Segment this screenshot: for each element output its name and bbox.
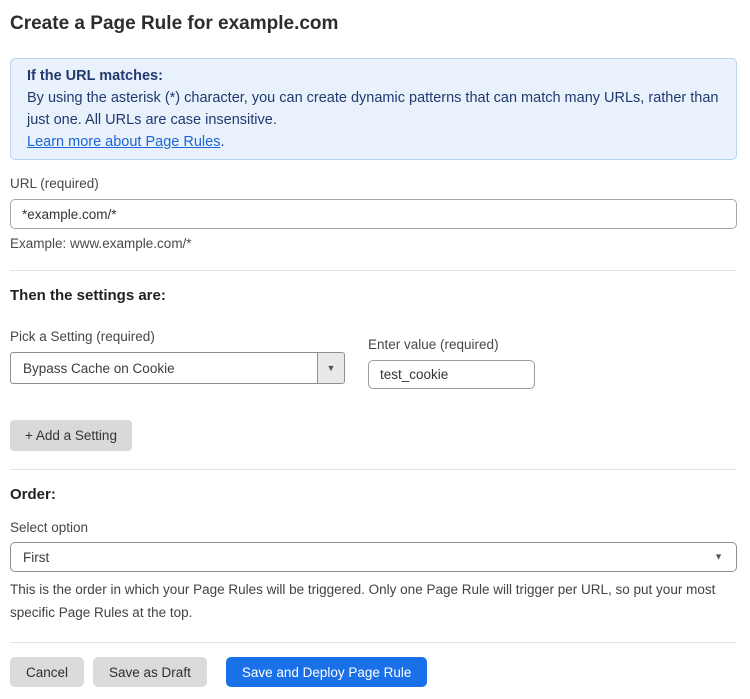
order-select-label: Select option (10, 520, 737, 536)
order-helper-text: This is the order in which your Page Rul… (10, 578, 734, 624)
create-page-rule-form: Create a Page Rule for example.com If th… (0, 13, 750, 699)
page-title: Create a Page Rule for example.com (10, 13, 737, 35)
save-as-draft-button[interactable]: Save as Draft (93, 657, 207, 687)
setting-value-input[interactable] (368, 360, 535, 389)
url-input[interactable] (10, 199, 737, 229)
info-box-heading: If the URL matches: (27, 65, 720, 87)
setting-picker-label: Pick a Setting (required) (10, 329, 345, 345)
chevron-down-icon[interactable]: ▼ (317, 353, 344, 383)
save-and-deploy-button[interactable]: Save and Deploy Page Rule (226, 657, 428, 687)
setting-select[interactable]: Bypass Cache on Cookie ▼ (10, 352, 345, 384)
divider (10, 642, 737, 643)
url-matches-info-box: If the URL matches: By using the asteris… (10, 58, 737, 160)
setting-value-column: Enter value (required) (368, 337, 535, 389)
info-box-link-line: Learn more about Page Rules. (27, 131, 720, 153)
url-example-helper: Example: www.example.com/* (10, 236, 737, 252)
cancel-button[interactable]: Cancel (10, 657, 84, 687)
order-section-heading: Order: (10, 486, 737, 504)
form-actions: Cancel Save as Draft Save and Deploy Pag… (10, 657, 737, 687)
setting-picker-column: Pick a Setting (required) Bypass Cache o… (10, 329, 345, 389)
learn-more-link[interactable]: Learn more about Page Rules (27, 134, 220, 150)
order-select[interactable]: First ▼ (10, 542, 737, 572)
setting-value-label: Enter value (required) (368, 337, 535, 353)
order-select-value: First (23, 550, 49, 565)
info-box-body: By using the asterisk (*) character, you… (27, 87, 720, 131)
divider (10, 469, 737, 470)
link-suffix: . (220, 134, 224, 150)
chevron-down-icon: ▼ (714, 552, 723, 562)
setting-select-value: Bypass Cache on Cookie (11, 353, 317, 383)
settings-row: Pick a Setting (required) Bypass Cache o… (10, 329, 737, 389)
divider (10, 270, 737, 271)
add-setting-button[interactable]: + Add a Setting (10, 420, 132, 451)
url-field-label: URL (required) (10, 176, 737, 192)
settings-section-heading: Then the settings are: (10, 287, 737, 305)
